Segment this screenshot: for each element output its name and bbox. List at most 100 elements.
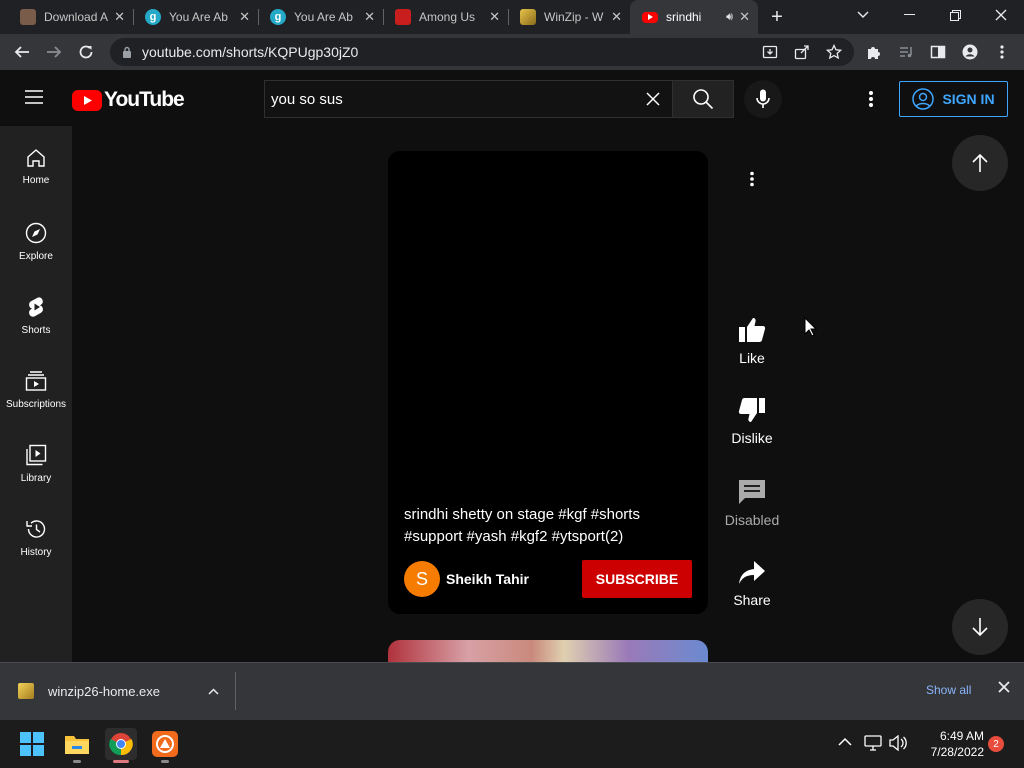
address-bar[interactable]: youtube.com/shorts/KQPUgp30jZ0 [110, 38, 854, 66]
volume-icon[interactable] [889, 735, 907, 751]
forward-arrow-icon[interactable] [40, 38, 68, 66]
media-controls-icon[interactable] [892, 38, 920, 66]
new-tab-plus-icon[interactable]: + [766, 6, 788, 28]
download-favicon-icon [20, 9, 36, 25]
library-icon [26, 444, 47, 466]
like-button[interactable]: Like [722, 316, 782, 366]
download-item[interactable]: winzip26-home.exe [18, 672, 236, 710]
next-short-button[interactable] [952, 599, 1008, 655]
tab-title: srindhi [666, 10, 702, 24]
minimize-icon[interactable] [886, 0, 932, 30]
history-icon [26, 520, 46, 538]
tab-you-are-ab-2[interactable]: g You Are Ab ✕ [258, 0, 383, 34]
microphone-icon [756, 89, 770, 108]
bookmark-star-icon[interactable] [820, 38, 848, 66]
search-button[interactable] [672, 80, 734, 118]
system-tray-chevron-icon[interactable] [838, 737, 852, 747]
clear-search-icon[interactable] [645, 91, 661, 107]
notification-badge[interactable]: 2 [988, 736, 1004, 752]
previous-short-button[interactable] [952, 135, 1008, 191]
voice-search-button[interactable] [744, 80, 782, 118]
profile-avatar-icon[interactable] [956, 38, 984, 66]
nav-label: History [20, 547, 52, 558]
channel-avatar[interactable]: S [404, 561, 440, 597]
windows-start-icon[interactable] [16, 728, 48, 760]
back-arrow-icon[interactable] [8, 38, 36, 66]
youtube-logo-text: YouTube [104, 88, 185, 111]
install-app-icon[interactable] [756, 38, 784, 66]
download-filename: winzip26-home.exe [48, 683, 161, 699]
tab-download[interactable]: Download A ✕ [8, 0, 133, 34]
network-icon[interactable] [864, 735, 882, 751]
nav-label: Explore [19, 251, 53, 262]
side-panel-icon[interactable] [924, 38, 952, 66]
nav-history[interactable]: History [0, 496, 72, 570]
clock-date: 7/28/2022 [930, 745, 984, 759]
search-input[interactable] [265, 81, 635, 117]
show-all-downloads-link[interactable]: Show all [926, 683, 971, 697]
winzip-favicon-icon [520, 9, 536, 25]
tab-title: You Are Ab [169, 10, 228, 24]
g-favicon-icon: g [270, 9, 286, 25]
tab-title: WinZip - W [544, 10, 604, 24]
tab-title: Among Us [419, 10, 476, 24]
settings-dots-icon[interactable] [860, 88, 882, 110]
file-explorer-icon[interactable] [61, 728, 93, 760]
share-button[interactable]: Share [722, 560, 782, 608]
close-icon[interactable]: ✕ [611, 9, 622, 25]
nav-subscriptions[interactable]: Subscriptions [0, 348, 72, 422]
comments-button[interactable]: Disabled [722, 478, 782, 528]
close-icon[interactable]: ✕ [489, 9, 500, 25]
comment-icon [739, 480, 765, 504]
speaker-icon[interactable]: 🔊︎ [726, 11, 733, 24]
nav-label: Shorts [21, 325, 51, 336]
channel-name[interactable]: Sheikh Tahir [446, 571, 529, 587]
tab-title: Download A [44, 10, 109, 24]
extensions-puzzle-icon[interactable] [860, 38, 888, 66]
share-arrow-icon [739, 561, 765, 584]
tab-among-us[interactable]: Among Us ✕ [383, 0, 508, 34]
chrome-taskbar-icon[interactable] [105, 728, 137, 760]
close-shelf-icon[interactable] [998, 681, 1010, 693]
nav-library[interactable]: Library [0, 422, 72, 496]
hamburger-menu-icon[interactable] [24, 88, 48, 110]
sign-in-button[interactable]: SIGN IN [899, 81, 1008, 117]
url-text: youtube.com/shorts/KQPUgp30jZ0 [142, 44, 359, 60]
restore-icon[interactable] [932, 0, 978, 30]
among-us-favicon-icon [395, 9, 411, 25]
dislike-button[interactable]: Dislike [722, 396, 782, 446]
search-icon [693, 89, 714, 110]
like-label: Like [739, 350, 765, 366]
close-icon[interactable]: ✕ [114, 9, 125, 25]
app-taskbar-icon[interactable] [149, 728, 181, 760]
more-options-icon[interactable] [740, 167, 764, 191]
tab-search-chevron-icon[interactable] [840, 0, 886, 30]
g-favicon-icon: g [145, 9, 161, 25]
active-app-indicator [113, 760, 129, 763]
share-page-icon[interactable] [788, 38, 816, 66]
short-caption[interactable]: srindhi shetty on stage #kgf #shorts #su… [404, 504, 694, 548]
youtube-logo[interactable]: YouTube [72, 88, 185, 112]
reload-icon[interactable] [72, 38, 100, 66]
tab-you-are-ab-1[interactable]: g You Are Ab ✕ [133, 0, 258, 34]
tab-srindhi-active[interactable]: srindhi 🔊︎ ✕ [630, 0, 758, 34]
comments-label: Disabled [724, 512, 780, 528]
nav-explore[interactable]: Explore [0, 200, 72, 274]
nav-home[interactable]: Home [0, 126, 72, 200]
nav-label: Subscriptions [5, 399, 67, 410]
system-clock[interactable]: 6:49 AM 7/28/2022 [910, 728, 984, 760]
close-icon[interactable]: ✕ [239, 9, 250, 25]
chrome-menu-icon[interactable] [988, 38, 1016, 66]
download-options-chevron-icon[interactable] [208, 687, 219, 695]
tab-winzip[interactable]: WinZip - W ✕ [508, 0, 630, 34]
close-icon[interactable]: ✕ [364, 9, 375, 25]
nav-shorts[interactable]: Shorts [0, 274, 72, 348]
close-window-icon[interactable] [978, 0, 1024, 30]
subscribe-button[interactable]: SUBSCRIBE [582, 560, 692, 598]
search-box[interactable] [264, 80, 672, 118]
next-short-preview[interactable] [388, 640, 708, 662]
home-icon [27, 149, 45, 167]
close-icon[interactable]: ✕ [739, 9, 750, 25]
mouse-cursor-icon [804, 317, 817, 337]
lock-icon [122, 46, 132, 58]
